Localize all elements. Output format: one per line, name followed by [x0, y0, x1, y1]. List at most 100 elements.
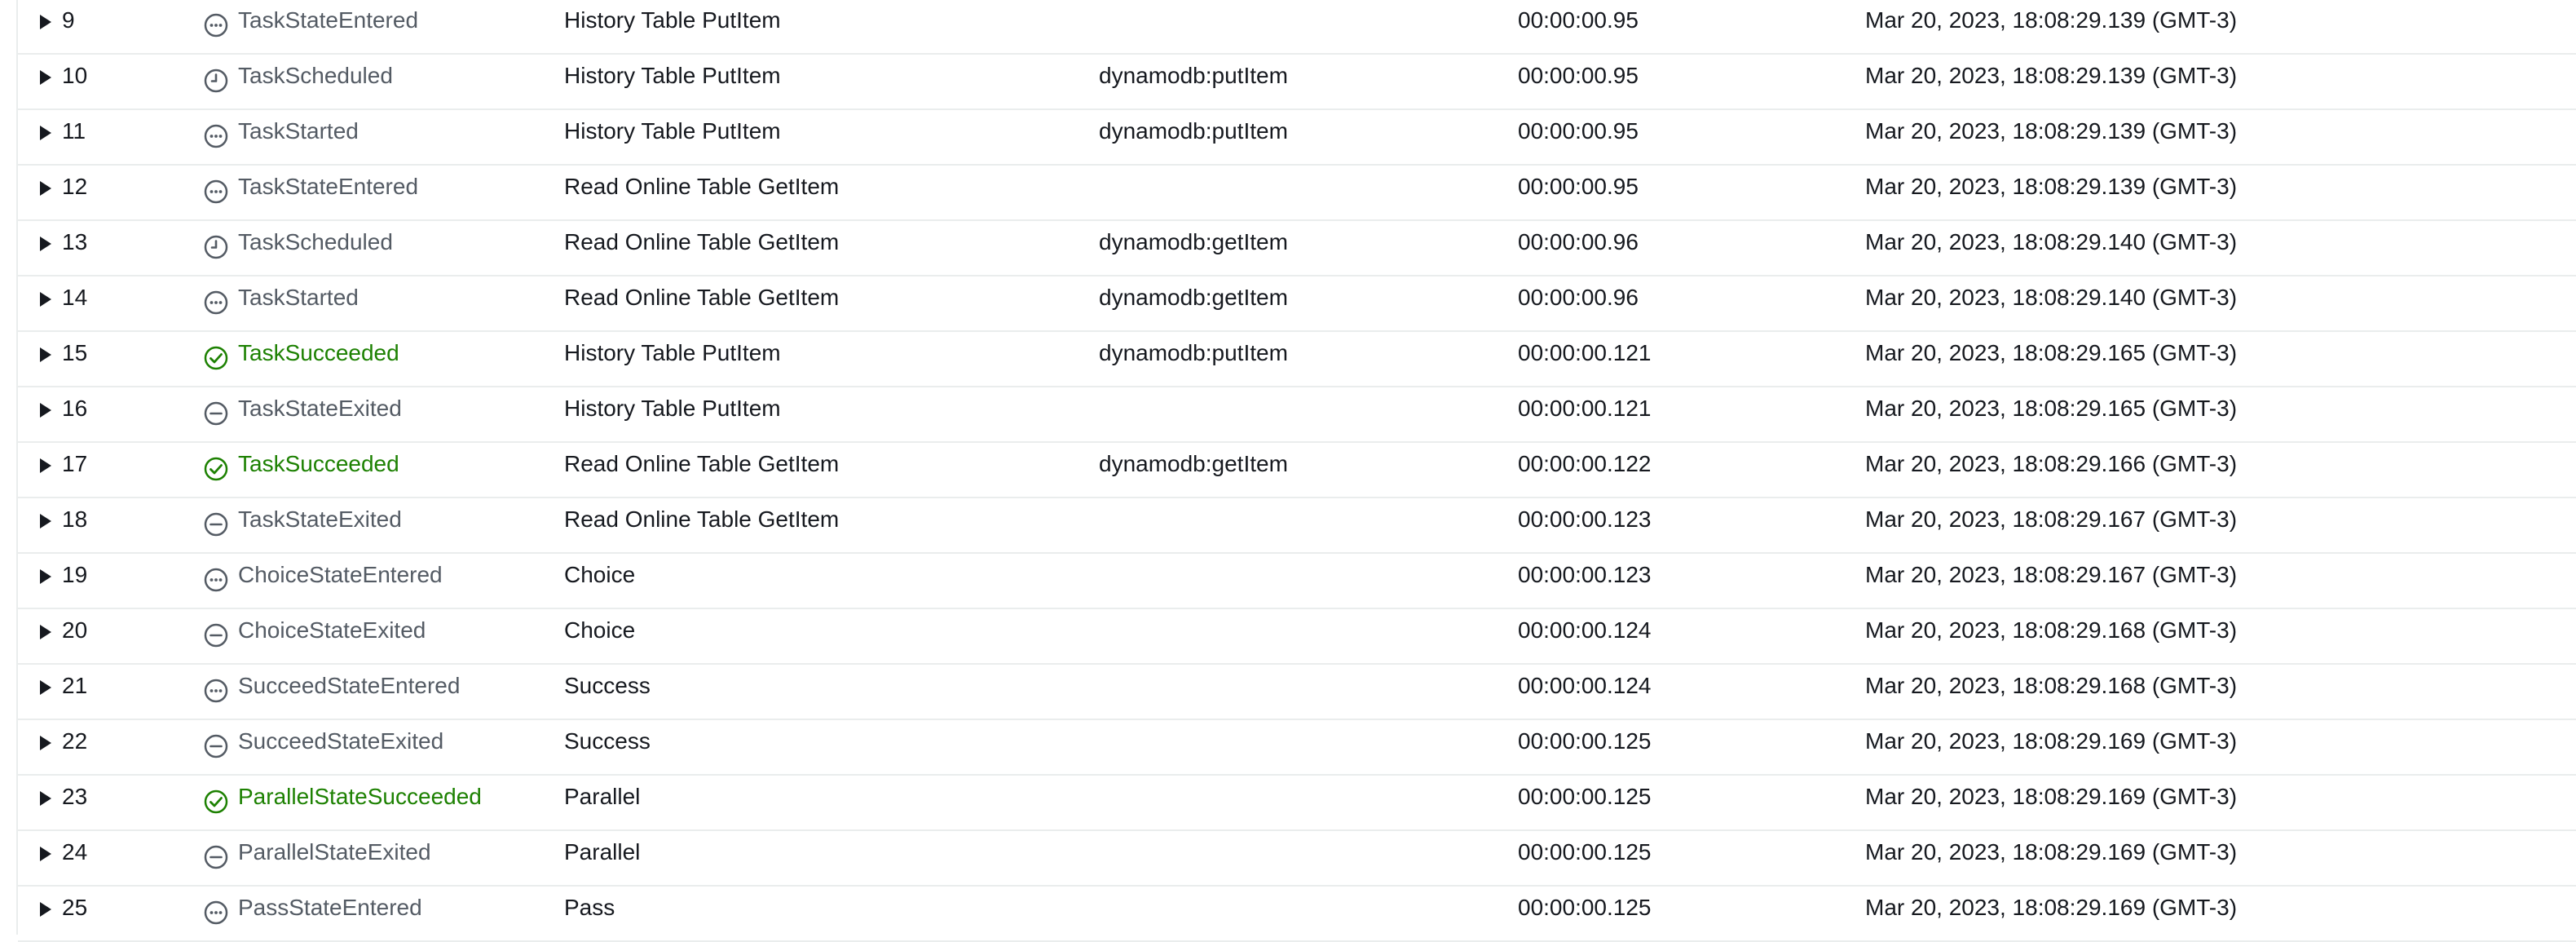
- elapsed-time: 00:00:00.124: [1518, 673, 1652, 698]
- caret-right-icon: [40, 847, 51, 861]
- table-row[interactable]: 19 ChoiceStateEntered Choice 00:00:00.123 Ma…: [18, 554, 2576, 609]
- event-type: TaskStarted: [238, 118, 359, 144]
- expand-row-toggle[interactable]: [36, 609, 60, 663]
- event-id: 19: [62, 562, 88, 587]
- timestamp: Mar 20, 2023, 18:08:29.140 (GMT-3): [1865, 229, 2238, 254]
- step-name: Choice: [564, 562, 636, 587]
- event-type: SucceedStateExited: [238, 728, 444, 754]
- minus-circle-icon: [204, 508, 228, 537]
- expand-row-toggle[interactable]: [36, 110, 60, 164]
- step-name: Read Online Table GetItem: [564, 451, 840, 476]
- caret-right-icon: [40, 70, 51, 85]
- expand-row-toggle[interactable]: [36, 55, 60, 108]
- timestamp: Mar 20, 2023, 18:08:29.165 (GMT-3): [1865, 396, 2238, 421]
- clock-icon: [204, 64, 228, 93]
- elapsed-time: 00:00:00.125: [1518, 895, 1652, 920]
- event-type: TaskScheduled: [238, 229, 393, 254]
- expand-row-toggle[interactable]: [36, 443, 60, 497]
- event-history-table: 9 TaskStateEntered History Table PutItem 00…: [0, 0, 2576, 942]
- step-name: Success: [564, 673, 651, 698]
- minus-circle-icon: [204, 841, 228, 869]
- caret-right-icon: [40, 514, 51, 528]
- step-name: Pass: [564, 895, 615, 920]
- event-type: ParallelStateSucceeded: [238, 784, 482, 809]
- timestamp: Mar 20, 2023, 18:08:29.139 (GMT-3): [1865, 174, 2238, 199]
- event-type: SucceedStateEntered: [238, 673, 461, 698]
- event-type: ChoiceStateExited: [238, 617, 426, 643]
- event-type: ParallelStateExited: [238, 839, 431, 865]
- event-id: 14: [62, 285, 88, 310]
- dots-circle-icon: [204, 896, 228, 925]
- event-type: TaskStateEntered: [238, 7, 419, 33]
- event-type: ChoiceStateEntered: [238, 562, 443, 587]
- caret-right-icon: [40, 736, 51, 750]
- elapsed-time: 00:00:00.95: [1518, 63, 1639, 88]
- caret-right-icon: [40, 625, 51, 639]
- table-row[interactable]: 16 TaskStateExited History Table PutItem 00…: [18, 387, 2576, 443]
- caret-right-icon: [40, 680, 51, 695]
- caret-right-icon: [40, 15, 51, 29]
- step-name: Read Online Table GetItem: [564, 174, 840, 199]
- timestamp: Mar 20, 2023, 18:08:29.139 (GMT-3): [1865, 63, 2238, 88]
- expand-row-toggle[interactable]: [36, 0, 60, 53]
- elapsed-time: 00:00:00.95: [1518, 174, 1639, 199]
- caret-right-icon: [40, 458, 51, 473]
- expand-row-toggle[interactable]: [36, 776, 60, 829]
- table-row[interactable]: 24 ParallelStateExited Parallel 00:00:00.12…: [18, 831, 2576, 887]
- caret-right-icon: [40, 237, 51, 251]
- timestamp: Mar 20, 2023, 18:08:29.140 (GMT-3): [1865, 285, 2238, 310]
- event-type: TaskSucceeded: [238, 340, 399, 365]
- step-name: History Table PutItem: [564, 63, 781, 88]
- expand-row-toggle[interactable]: [36, 276, 60, 330]
- table-row[interactable]: 20 ChoiceStateExited Choice 00:00:00.124 Mar…: [18, 609, 2576, 665]
- table-row[interactable]: 13 TaskScheduled Read Online Table GetItem…: [18, 221, 2576, 276]
- table-row[interactable]: 25 PassStateEntered Pass 00:00:00.125 Mar 20…: [18, 887, 2576, 942]
- resource: dynamodb:putItem: [1099, 118, 1288, 144]
- step-name: Parallel: [564, 784, 641, 809]
- timestamp: Mar 20, 2023, 18:08:29.168 (GMT-3): [1865, 673, 2238, 698]
- expand-row-toggle[interactable]: [36, 887, 60, 940]
- caret-right-icon: [40, 569, 51, 584]
- step-name: Choice: [564, 617, 636, 643]
- expand-row-toggle[interactable]: [36, 498, 60, 552]
- table-row[interactable]: 15 TaskSucceeded History Table PutItem dyna…: [18, 332, 2576, 387]
- table-row[interactable]: 11 TaskStarted History Table PutItem dynamo…: [18, 110, 2576, 166]
- dots-circle-icon: [204, 286, 228, 315]
- elapsed-time: 00:00:00.95: [1518, 7, 1639, 33]
- elapsed-time: 00:00:00.124: [1518, 617, 1652, 643]
- dots-circle-icon: [204, 9, 228, 38]
- table-row[interactable]: 23 ParallelStateSucceeded Parallel 00:00:00…: [18, 776, 2576, 831]
- timestamp: Mar 20, 2023, 18:08:29.168 (GMT-3): [1865, 617, 2238, 643]
- elapsed-time: 00:00:00.121: [1518, 340, 1652, 365]
- expand-row-toggle[interactable]: [36, 554, 60, 608]
- table-row[interactable]: 18 TaskStateExited Read Online Table GetIt…: [18, 498, 2576, 554]
- timestamp: Mar 20, 2023, 18:08:29.139 (GMT-3): [1865, 118, 2238, 144]
- expand-row-toggle[interactable]: [36, 831, 60, 885]
- event-id: 24: [62, 839, 88, 865]
- expand-row-toggle[interactable]: [36, 720, 60, 774]
- event-id: 16: [62, 396, 88, 421]
- step-name: Read Online Table GetItem: [564, 285, 840, 310]
- timestamp: Mar 20, 2023, 18:08:29.166 (GMT-3): [1865, 451, 2238, 476]
- step-name: Parallel: [564, 839, 641, 865]
- expand-row-toggle[interactable]: [36, 332, 60, 386]
- expand-row-toggle[interactable]: [36, 387, 60, 441]
- table-row[interactable]: 17 TaskSucceeded Read Online Table GetItem…: [18, 443, 2576, 498]
- table-row[interactable]: 10 TaskScheduled History Table PutItem dyna…: [18, 55, 2576, 110]
- dots-circle-icon: [204, 175, 228, 204]
- timestamp: Mar 20, 2023, 18:08:29.167 (GMT-3): [1865, 562, 2238, 587]
- expand-row-toggle[interactable]: [36, 166, 60, 219]
- table-row[interactable]: 9 TaskStateEntered History Table PutItem 00…: [18, 0, 2576, 55]
- expand-row-toggle[interactable]: [36, 665, 60, 719]
- resource: dynamodb:getItem: [1099, 285, 1288, 310]
- elapsed-time: 00:00:00.123: [1518, 562, 1652, 587]
- caret-right-icon: [40, 292, 51, 307]
- table-row[interactable]: 21 SucceedStateEntered Success 00:00:00.124…: [18, 665, 2576, 720]
- table-row[interactable]: 22 SucceedStateExited Success 00:00:00.125 M…: [18, 720, 2576, 776]
- step-name: History Table PutItem: [564, 118, 781, 144]
- table-row[interactable]: 12 TaskStateEntered Read Online Table GetI…: [18, 166, 2576, 221]
- step-name: History Table PutItem: [564, 340, 781, 365]
- event-type: TaskSucceeded: [238, 451, 399, 476]
- expand-row-toggle[interactable]: [36, 221, 60, 275]
- table-row[interactable]: 14 TaskStarted Read Online Table GetItem dy…: [18, 276, 2576, 332]
